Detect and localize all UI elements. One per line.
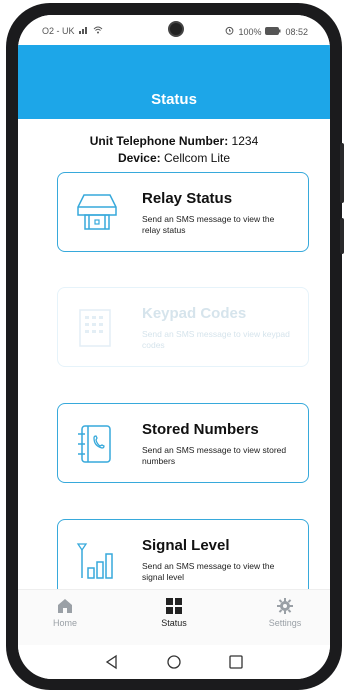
phonebook-icon: [76, 422, 118, 466]
keypad-codes-card: Keypad Codes Send an SMS message to view…: [57, 287, 309, 367]
card-title: Signal Level: [142, 537, 230, 554]
recents-icon[interactable]: [226, 652, 246, 672]
wifi-icon: [93, 26, 103, 36]
front-camera: [168, 21, 184, 37]
nav-home[interactable]: Home: [30, 598, 100, 628]
battery-icon: [265, 26, 281, 37]
nav-status-label: Status: [161, 618, 187, 628]
system-navigation: [18, 645, 330, 679]
relay-icon: [76, 191, 118, 235]
back-icon[interactable]: [102, 652, 122, 672]
card-title: Relay Status: [142, 190, 233, 207]
grid-icon: [166, 598, 182, 614]
signal-level-card[interactable]: Signal Level Send an SMS message to view…: [57, 519, 309, 599]
device-info: Unit Telephone Number: 1234 Device: Cell…: [18, 133, 330, 167]
unit-phone-label: Unit Telephone Number:: [89, 134, 229, 148]
alarm-icon: [225, 26, 234, 37]
unit-phone-row: Unit Telephone Number: 1234: [18, 133, 330, 150]
bottom-navigation: Home Status Settings: [18, 589, 330, 646]
battery-percent: 100%: [238, 26, 262, 37]
card-description: Send an SMS message to view the relay st…: [142, 214, 275, 235]
home-circle-icon[interactable]: [164, 652, 184, 672]
nav-settings[interactable]: Settings: [250, 598, 320, 628]
nav-settings-label: Settings: [268, 618, 302, 628]
device-row: Device: Cellcom Lite: [18, 150, 330, 167]
card-description: Send an SMS message to view stored numbe…: [142, 445, 287, 466]
page-title: Status: [151, 91, 197, 108]
volume-button: [340, 143, 344, 203]
clock: 08:52: [285, 26, 308, 37]
screen: O2 - UK 100% 08:52 Status Unit Telephone…: [18, 15, 330, 679]
nav-status[interactable]: Status: [139, 598, 209, 628]
home-icon: [58, 599, 72, 613]
card-title: Keypad Codes: [142, 305, 247, 322]
phone-frame: O2 - UK 100% 08:52 Status Unit Telephone…: [6, 3, 344, 690]
card-title: Stored Numbers: [142, 421, 259, 438]
gear-icon: [277, 598, 293, 614]
card-description: Send an SMS message to view the signal l…: [142, 561, 275, 582]
device-value: Cellcom Lite: [164, 151, 231, 165]
relay-status-card[interactable]: Relay Status Send an SMS message to view…: [57, 172, 309, 252]
card-description: Send an SMS message to view keypad codes: [142, 329, 290, 350]
keypad-icon: [76, 306, 118, 350]
stored-numbers-card[interactable]: Stored Numbers Send an SMS message to vi…: [57, 403, 309, 483]
power-button: [340, 218, 344, 254]
unit-phone-value: 1234: [231, 134, 259, 148]
nav-home-label: Home: [52, 618, 77, 628]
signal-icon: [76, 538, 118, 582]
carrier-label: O2 - UK: [42, 26, 75, 36]
device-label: Device:: [117, 151, 161, 165]
status-bar: O2 - UK 100% 08:52: [18, 15, 330, 45]
signal-bars-icon: [78, 26, 89, 36]
